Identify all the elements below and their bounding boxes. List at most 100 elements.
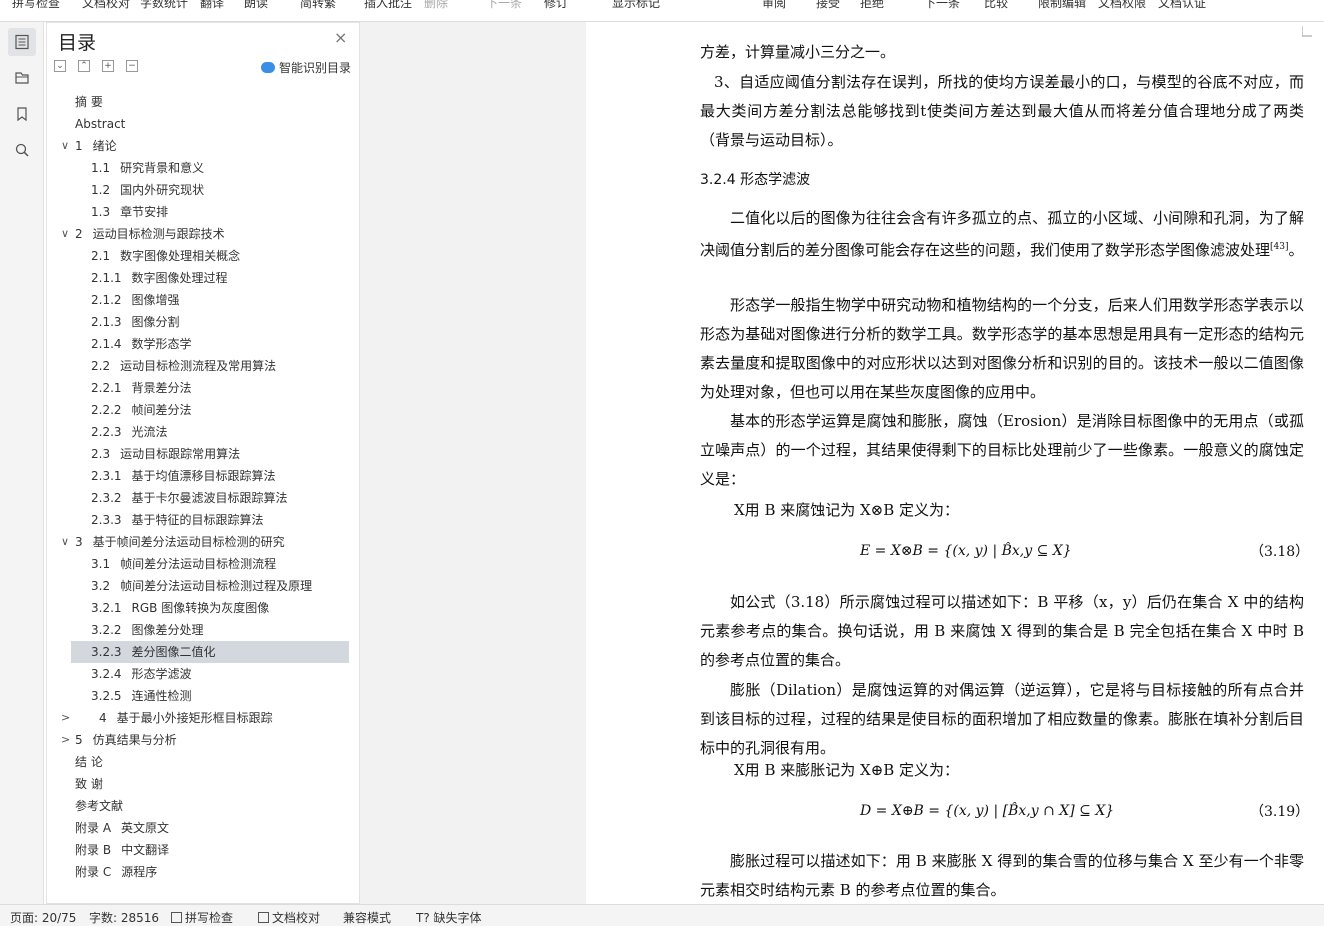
toc-item-number: 3.2.5 [91, 689, 122, 703]
missing-font-icon: T? [416, 911, 430, 925]
compare-button[interactable]: 比较 [984, 0, 1008, 11]
toc-item[interactable]: 3.1 帧间差分法运动目标检测流程 [47, 553, 359, 575]
collapse-all-icon[interactable]: ⌄ [54, 60, 66, 72]
restrict-editing-button[interactable]: 限制编辑 [1038, 0, 1086, 11]
smart-recognize-icon [261, 62, 275, 73]
toc-item[interactable]: 2.2.3 光流法 [47, 421, 359, 443]
toc-item-label: 章节安排 [120, 205, 169, 219]
toc-item[interactable]: 1.2 国内外研究现状 [47, 179, 359, 201]
close-icon[interactable]: × [334, 28, 347, 47]
show-markup-button[interactable]: 显示标记 [612, 0, 660, 11]
toc-item[interactable]: 2.1.4 数学形态学 [47, 333, 359, 355]
toc-item[interactable]: >5 仿真结果与分析 [47, 729, 359, 751]
accept-button[interactable]: 接受 [816, 0, 840, 11]
doc-certify-button[interactable]: 文档认证 [1158, 0, 1206, 11]
spellcheck-button[interactable]: 拼写检查 [12, 0, 60, 11]
track-changes-button[interactable]: 修订 [544, 0, 568, 11]
paragraph: 如公式（3.18）所示腐蚀过程可以描述如下：B 平移（x，y）后仍在集合 X 中… [700, 593, 1304, 669]
toc-item[interactable]: ∨ 1 绪论 [47, 135, 359, 157]
toc-item[interactable]: ∨ 3 基于帧间差分法运动目标检测的研究 [47, 531, 359, 553]
toc-item-label: 差分图像二值化 [131, 645, 216, 659]
toc-item-label: 帧间差分法运动目标检测过程及原理 [120, 579, 313, 593]
toc-item[interactable]: 3.2.2 图像差分处理 [47, 619, 359, 641]
next-change-button[interactable]: 下一条 [924, 0, 960, 11]
toc-item[interactable]: >4 基于最小外接矩形框目标跟踪 [47, 707, 359, 729]
toc-item[interactable]: 附录 B 中文翻译 [47, 839, 359, 861]
chevron-down-icon[interactable]: ∨ [61, 531, 69, 553]
toc-item[interactable]: 2.1.3 图像分割 [47, 311, 359, 333]
smart-toc-button[interactable]: 智能识别目录 [261, 59, 351, 76]
chevron-down-icon[interactable]: ∨ [61, 135, 69, 157]
toc-item-number: 1.3 [91, 205, 111, 219]
toc-item[interactable]: 2.3.3 基于特征的目标跟踪算法 [47, 509, 359, 531]
chapter-nav-button[interactable] [8, 64, 36, 92]
document-page[interactable]: 方差，计算量减小三分之一。 3、自适应阈值分割法存在误判，所找的使均方误差最小的… [586, 22, 1324, 904]
toc-item[interactable]: 2.1 数字图像处理相关概念 [47, 245, 359, 267]
translate-button[interactable]: 翻译 [200, 0, 224, 11]
toc-item[interactable]: 1.1 研究背景和意义 [47, 157, 359, 179]
expand-up-icon[interactable]: ⌃ [78, 60, 90, 72]
bookmark-icon [17, 107, 27, 122]
toc-item-number: 2.1 [91, 249, 111, 263]
toc-item[interactable]: ∨ 2 运动目标检测与跟踪技术 [47, 223, 359, 245]
delete-comment-button[interactable]: 删除 [424, 0, 448, 11]
toc-item[interactable]: 2.2.2 帧间差分法 [47, 399, 359, 421]
toc-item[interactable]: 2.1.2 图像增强 [47, 289, 359, 311]
toc-title: 目录 [58, 32, 97, 54]
wordcount-button[interactable]: 字数统计 [140, 0, 188, 11]
page-indicator[interactable]: 页面: 20/75 [10, 909, 76, 926]
toc-item[interactable]: 结 论 [47, 751, 359, 773]
toc-item-number: 4 [99, 711, 107, 725]
toc-item-label: 参考文献 [75, 799, 124, 813]
toc-item[interactable]: 2.3.1 基于均值漂移目标跟踪算法 [47, 465, 359, 487]
toc-item-number: 2.2.2 [91, 403, 122, 417]
doccheck-button[interactable]: 文档校对 [82, 0, 130, 11]
toc-item[interactable]: 1.3 章节安排 [47, 201, 359, 223]
toc-item-number: 2.2.1 [91, 381, 122, 395]
read-aloud-button[interactable]: 朗读 [244, 0, 268, 11]
add-heading-icon[interactable]: + [102, 60, 114, 72]
review-button[interactable]: 审阅 [762, 0, 786, 11]
toc-item[interactable]: 3.2 帧间差分法运动目标检测过程及原理 [47, 575, 359, 597]
toc-item-label: 运动目标检测流程及常用算法 [120, 359, 277, 373]
toc-item[interactable]: 参考文献 [47, 795, 359, 817]
chevron-right-icon[interactable]: > [61, 729, 70, 751]
toc-item[interactable]: 2.2 运动目标检测流程及常用算法 [47, 355, 359, 377]
toc-item[interactable]: 3.2.1 RGB 图像转换为灰度图像 [47, 597, 359, 619]
toc-item[interactable]: 附录 C 源程序 [47, 861, 359, 883]
toc-item[interactable]: 3.2.3 差分图像二值化 [71, 641, 349, 663]
toc-item-number: 3.2.4 [91, 667, 122, 681]
toc-item[interactable]: Abstract [47, 113, 359, 135]
chevron-right-icon[interactable]: > [61, 707, 70, 729]
toc-toggle-button[interactable] [8, 28, 36, 56]
toc-item[interactable]: 2.2.1 背景差分法 [47, 377, 359, 399]
proofread-status[interactable]: 文档校对 [258, 909, 320, 926]
toc-item-number: 3.1 [91, 557, 111, 571]
toc-item[interactable]: 3.2.5 连通性检测 [47, 685, 359, 707]
next-comment-button[interactable]: 下一条 [486, 0, 522, 11]
remove-heading-icon[interactable]: − [126, 60, 138, 72]
toc-item[interactable]: 致 谢 [47, 773, 359, 795]
paragraph: 方差，计算量减小三分之一。 [700, 43, 896, 61]
toc-item[interactable]: 2.3 运动目标跟踪常用算法 [47, 443, 359, 465]
toc-item-number: 3.2.1 [91, 601, 122, 615]
reject-button[interactable]: 拒绝 [860, 0, 884, 11]
missing-font-status[interactable]: T? 缺失字体 [416, 909, 482, 926]
toc-item-number: 2.3.2 [91, 491, 122, 505]
toc-item[interactable]: 摘 要 [47, 91, 359, 113]
insert-comment-button[interactable]: 插入批注 [364, 0, 412, 11]
doc-permission-button[interactable]: 文档权限 [1098, 0, 1146, 11]
toc-item-label: Abstract [75, 117, 126, 131]
toc-item[interactable]: 2.3.2 基于卡尔曼滤波目标跟踪算法 [47, 487, 359, 509]
bookmark-button[interactable] [8, 100, 36, 128]
word-count[interactable]: 字数: 28516 [89, 909, 159, 926]
toc-item[interactable]: 附录 A 英文原文 [47, 817, 359, 839]
convert-button[interactable]: 简转繁 [300, 0, 336, 11]
chevron-down-icon[interactable]: ∨ [61, 223, 69, 245]
toc-item[interactable]: 2.1.1 数字图像处理过程 [47, 267, 359, 289]
spellcheck-status[interactable]: 拼写检查 [171, 909, 233, 926]
search-button[interactable] [8, 136, 36, 164]
toc-item[interactable]: 3.2.4 形态学滤波 [47, 663, 359, 685]
compat-mode: 兼容模式 [343, 911, 392, 925]
paragraph: 膨胀过程可以描述如下：用 B 来膨胀 X 得到的集合雪的位移与集合 X 至少有一… [700, 852, 1304, 899]
